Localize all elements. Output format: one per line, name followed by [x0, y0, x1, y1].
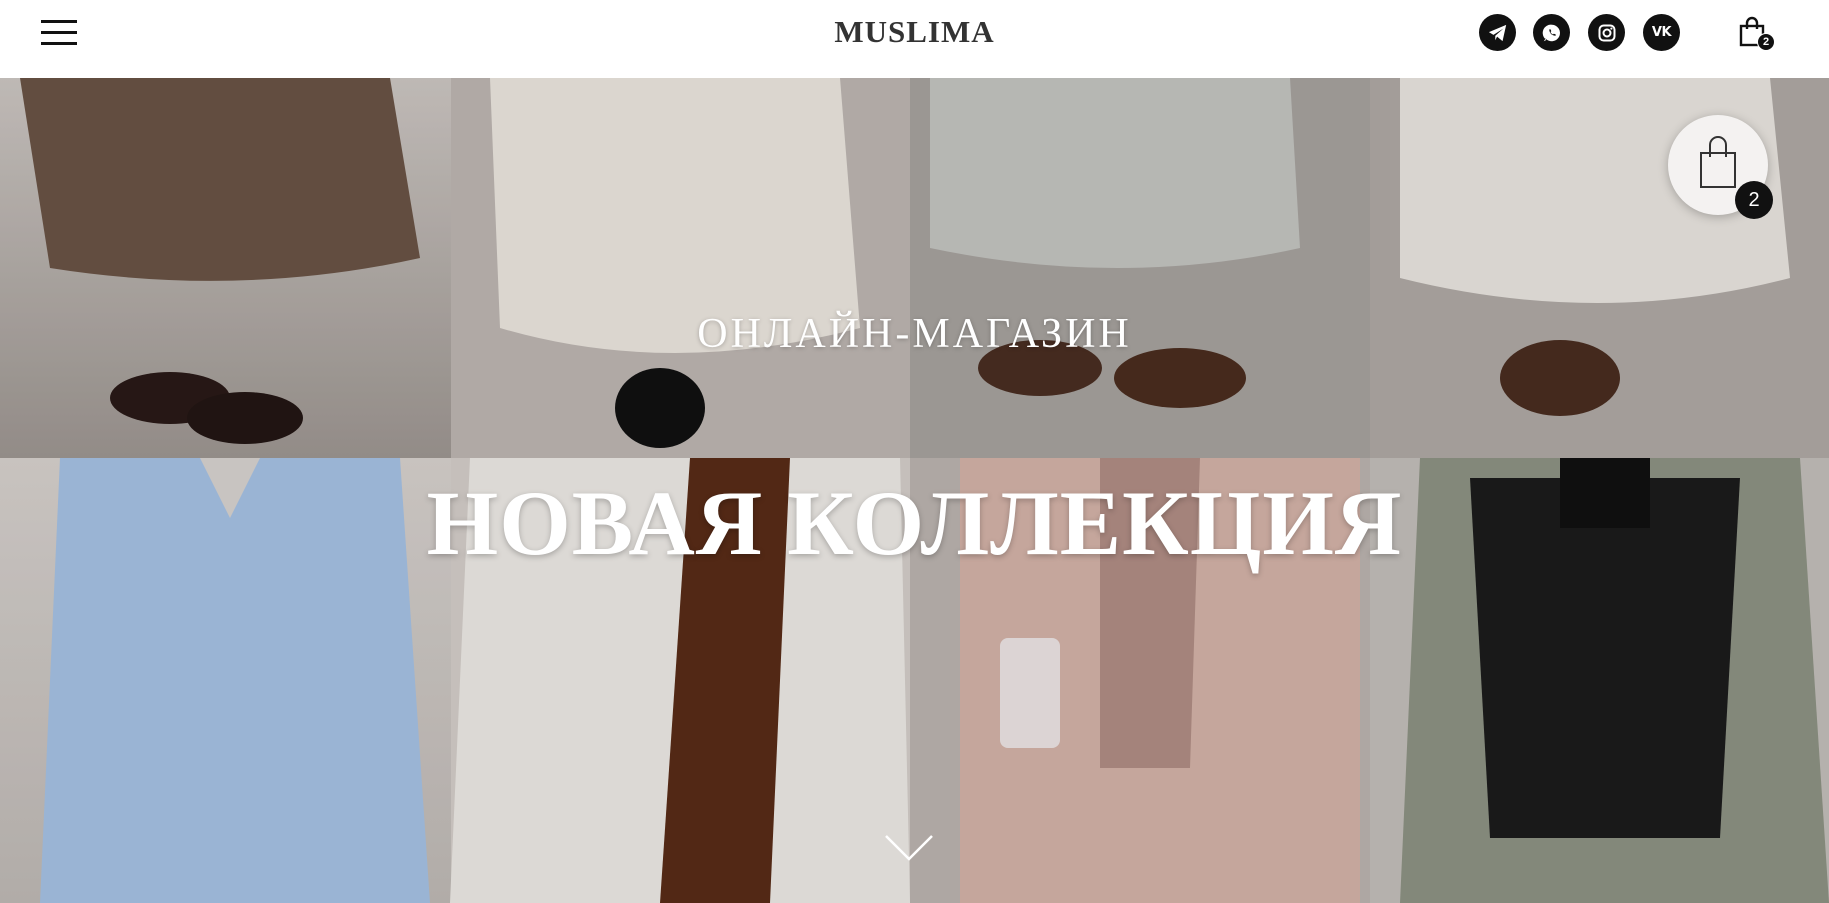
- hero-subtitle: ОНЛАЙН-МАГАЗИН: [697, 311, 1132, 357]
- telegram-icon[interactable]: [1479, 14, 1516, 51]
- vk-label: VK: [1651, 25, 1672, 40]
- hero-banner: ОНЛАЙН-МАГАЗИН НОВАЯ КОЛЛЕКЦИЯ: [0, 78, 1829, 903]
- site-header: MUSLIMA VK 2: [0, 0, 1829, 78]
- hero-title: НОВАЯ КОЛЛЕКЦИЯ: [426, 472, 1403, 574]
- header-cart-count: 2: [1757, 33, 1775, 51]
- vk-icon[interactable]: VK: [1643, 14, 1680, 51]
- whatsapp-icon[interactable]: [1533, 14, 1570, 51]
- floating-cart-button[interactable]: 2: [1668, 115, 1773, 219]
- floating-cart-count: 2: [1735, 181, 1773, 219]
- menu-burger-icon[interactable]: [41, 20, 77, 46]
- scroll-down-chevron-icon[interactable]: [884, 833, 934, 863]
- instagram-icon[interactable]: [1588, 14, 1625, 51]
- header-cart-button[interactable]: 2: [1738, 16, 1775, 51]
- site-logo[interactable]: MUSLIMA: [834, 14, 994, 49]
